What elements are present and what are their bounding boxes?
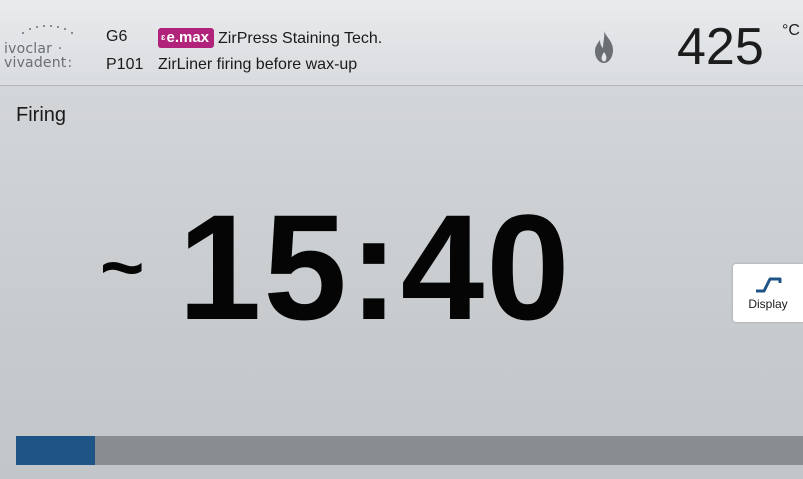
program-code: P101 xyxy=(106,56,144,73)
group-code: G6 xyxy=(106,28,128,45)
logo-dots xyxy=(22,22,82,42)
time-value: 15:40 xyxy=(178,183,572,351)
header-bar: ivoclar · vivadent: G6 ɛe.max ZirPress St… xyxy=(0,0,803,86)
program-name: ZirLiner firing before wax-up xyxy=(158,56,358,73)
temperature-unit: °C xyxy=(782,22,800,39)
progress-bar xyxy=(16,436,803,465)
firing-curve-icon xyxy=(756,277,782,293)
firing-screen: Firing ~ 15:40 Display xyxy=(0,86,803,479)
status-label: Firing xyxy=(16,104,67,126)
progress-fill xyxy=(16,436,95,465)
group-name: ɛe.max ZirPress Staining Tech. xyxy=(158,28,382,48)
ivoclar-vivadent-logo: ivoclar · vivadent: xyxy=(4,22,90,71)
emax-badge: ɛe.max xyxy=(158,28,215,48)
display-button-label: Display xyxy=(748,297,788,311)
display-button[interactable]: Display xyxy=(733,264,803,322)
temperature-value: 425 xyxy=(677,18,764,76)
flame-icon xyxy=(595,31,613,63)
approx-sign: ~ xyxy=(100,225,145,310)
